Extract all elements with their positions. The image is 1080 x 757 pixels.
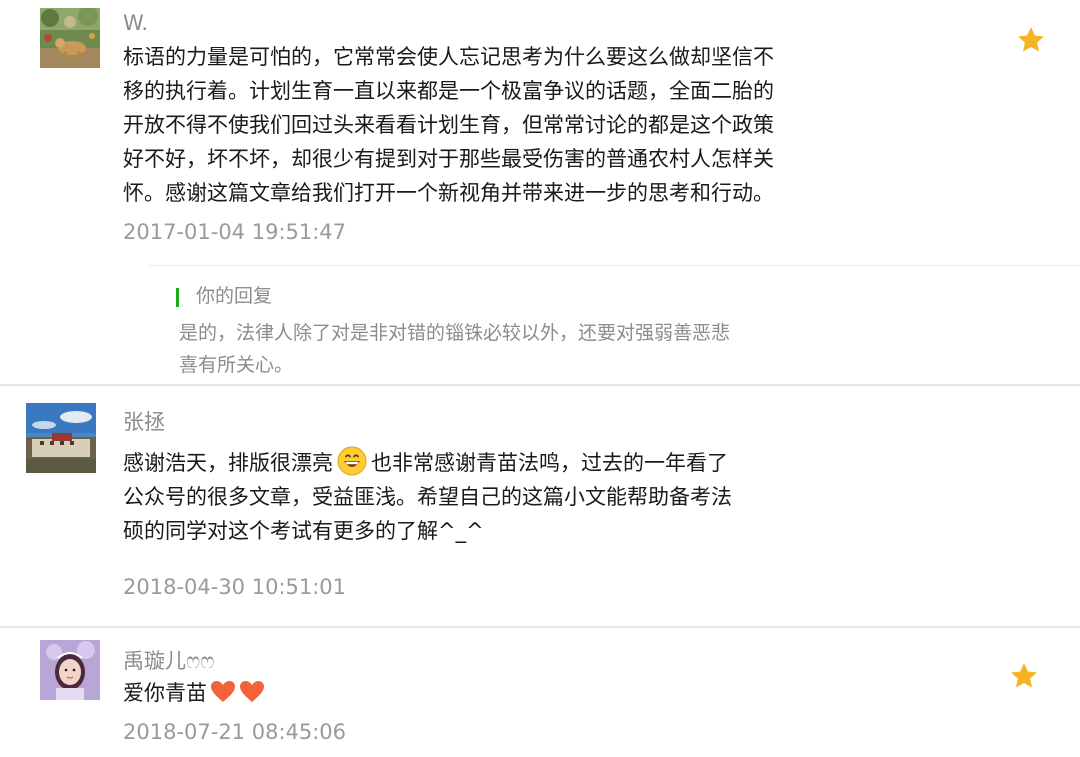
comment-content-line: 好不好，坏不坏，却很少有提到对于那些最受伤害的普通农村人怎样关 [123, 147, 774, 171]
comment-content-line: 怀。感谢这篇文章给我们打开一个新视角并带来进一步的思考和行动。 [123, 181, 774, 205]
reply-title: 你的回复 [196, 285, 273, 307]
reply-text: 是的，法律人除了对是非对错的锱铢必较以外，还要对强弱善恶悲 喜有所关心。 [179, 317, 730, 381]
comment-item: 禹璇儿ෆෆ 爱你青苗 2018-07-21 08:45:06 [0, 628, 1080, 757]
comment-content-text: 爱你青苗 [123, 681, 207, 705]
comment-content: 感谢浩天，排版很漂亮 也非常感谢青苗法鸣，过去的一年看了 公众号的很多文章，受益… [123, 446, 732, 548]
grinning-face-emoji-icon [337, 446, 367, 476]
avatar[interactable] [26, 403, 96, 473]
reply-text-line: 喜有所关心。 [179, 354, 294, 376]
heart-icon [210, 680, 236, 704]
comment-content-line: 标语的力量是可怕的，它常常会使人忘记思考为什么要这么做却坚信不 [123, 45, 774, 69]
avatar-image-dog [40, 8, 100, 68]
star-icon[interactable] [1009, 661, 1039, 691]
avatar-image-landscape [26, 403, 96, 473]
reply-accent-bar [176, 288, 179, 307]
comment-item: W. 标语的力量是可怕的，它常常会使人忘记思考为什么要这么做却坚信不 移的执行着… [0, 0, 1080, 385]
comment-content-text: 也非常感谢青苗法鸣，过去的一年看了 [371, 451, 728, 475]
comment-content-line: 移的执行着。计划生育一直以来都是一个极富争议的话题，全面二胎的 [123, 79, 774, 103]
comment-content-line: 硕的同学对这个考试有更多的了解^_^ [123, 519, 484, 543]
comment-content-line: 感谢浩天，排版很漂亮 也非常感谢青苗法鸣，过去的一年看了 [123, 446, 732, 480]
comment-username: W. [123, 11, 149, 35]
comment-content: 标语的力量是可怕的，它常常会使人忘记思考为什么要这么做却坚信不 移的执行着。计划… [123, 40, 774, 210]
reply-text-line: 是的，法律人除了对是非对错的锱铢必较以外，还要对强弱善恶悲 [179, 322, 731, 344]
reply-box: 你的回复 是的，法律人除了对是非对错的锱铢必较以外，还要对强弱善恶悲 喜有所关心… [148, 265, 1080, 385]
comment-timestamp: 2018-04-30 10:51:01 [123, 575, 347, 599]
comment-content-text: 感谢浩天，排版很漂亮 [123, 451, 333, 475]
comment-username: 禹璇儿ෆෆ [123, 649, 215, 673]
avatar[interactable] [40, 640, 100, 700]
comment-timestamp: 2018-07-21 08:45:06 [123, 720, 347, 744]
comment-content-line: 爱你青苗 [123, 676, 265, 710]
avatar[interactable] [40, 8, 100, 68]
comment-item: 张拯 感谢浩天，排版很漂亮 也非常感谢青苗法鸣，过去的一年看了 公众号的很多文章… [0, 386, 1080, 626]
comment-content-line: 开放不得不使我们回过头来看看计划生育，但常常讨论的都是这个政策 [123, 113, 774, 137]
star-icon[interactable] [1016, 25, 1046, 55]
avatar-image-girl [40, 640, 100, 700]
comment-content-line: 公众号的很多文章，受益匪浅。希望自己的这篇小文能帮助备考法 [123, 485, 732, 509]
comment-timestamp: 2017-01-04 19:51:47 [123, 220, 347, 244]
heart-icon [239, 680, 265, 704]
comment-content: 爱你青苗 [123, 676, 265, 710]
comment-username: 张拯 [123, 410, 165, 434]
